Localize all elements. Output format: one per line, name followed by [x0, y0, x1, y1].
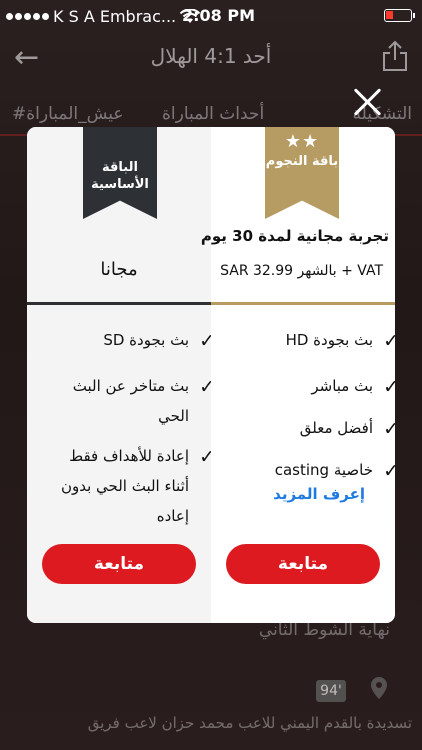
- feature-item: ✓ إعادة للأهداف فقط أثناء البث الحي بدون…: [49, 441, 215, 531]
- check-icon: ✓: [383, 418, 395, 440]
- check-icon: ✓: [383, 330, 395, 352]
- commentary-text: تسديدة بالقدم اليمني للاعب محمد حزان لاع…: [87, 714, 412, 732]
- basic-continue-button[interactable]: متابعة: [42, 544, 196, 584]
- plan-basic-ribbon: الباقة الأساسية: [83, 127, 157, 219]
- plan-stars-price: SAR 32.99 بالشهر + VAT: [220, 263, 383, 279]
- plan-basic: الباقة الأساسية مجانا ✓ بث بجودة SD ✓ بث…: [27, 127, 215, 623]
- share-icon[interactable]: [382, 40, 408, 72]
- plan-stars-ribbon: ★★ باقة النجوم: [265, 127, 339, 219]
- tab-match-events[interactable]: أحداث المباراة: [162, 104, 264, 124]
- carrier-name: K S A Embrac...: [53, 7, 177, 26]
- location-pin-icon: [371, 677, 387, 699]
- feature-item: ✓ بث بجودة HD: [286, 325, 395, 355]
- status-bar: K S A Embrac... 2:08 PM: [0, 0, 422, 34]
- check-icon: ✓: [383, 376, 395, 398]
- plan-basic-title: الباقة الأساسية: [91, 160, 149, 192]
- signal-icon: [6, 13, 49, 20]
- clock: 2:08 PM: [182, 6, 256, 25]
- feature-item: ✓ بث متاخر عن البث الحي: [49, 371, 215, 431]
- carrier: K S A Embrac...: [6, 7, 201, 26]
- check-icon: ✓: [383, 460, 395, 482]
- learn-more-link[interactable]: إعرف المزيد: [273, 485, 365, 503]
- feature-item: ✓ بث مباشر: [311, 371, 395, 401]
- plan-basic-divider: [27, 302, 211, 305]
- feature-item: ✓ بث بجودة SD: [103, 325, 215, 355]
- battery-icon: [384, 9, 415, 22]
- tab-live-match[interactable]: #عيش_المباراة: [12, 104, 124, 124]
- plan-stars: ★★ باقة النجوم تجربة مجانية لمدة 30 يوم …: [201, 127, 395, 623]
- plan-stars-title: باقة النجوم: [265, 154, 339, 169]
- stars-icon: ★★: [284, 131, 320, 152]
- close-icon[interactable]: [352, 86, 384, 118]
- page-title: أحد 4:1 الهلال: [150, 44, 272, 68]
- plan-basic-price: مجانا: [100, 259, 138, 280]
- navbar: ← أحد 4:1 الهلال: [0, 34, 422, 86]
- minute-badge: 94': [316, 680, 346, 702]
- feature-item: ✓ أفضل معلق: [300, 413, 395, 443]
- feature-item: ✓ خاصية casting: [275, 455, 395, 485]
- plan-stars-divider: [211, 302, 395, 305]
- stars-continue-button[interactable]: متابعة: [226, 544, 380, 584]
- event-text: نهاية الشوط الثاني: [258, 620, 390, 640]
- subscription-modal: الباقة الأساسية مجانا ✓ بث بجودة SD ✓ بث…: [27, 127, 395, 623]
- plan-stars-headline: تجربة مجانية لمدة 30 يوم: [200, 227, 389, 245]
